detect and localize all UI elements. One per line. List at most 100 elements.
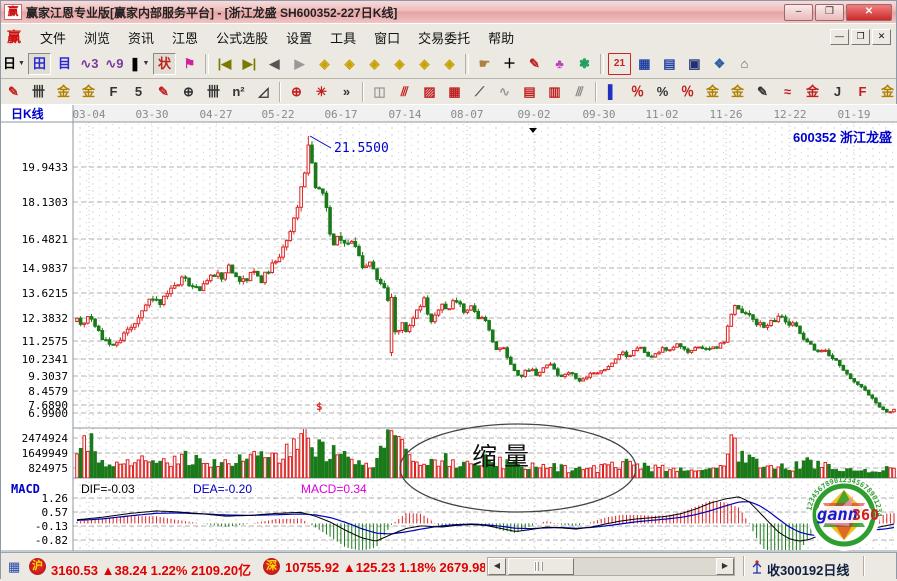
fibonacci-comb-icon[interactable]: F (102, 81, 125, 103)
trend-line-icon[interactable]: ⟋ (468, 81, 491, 103)
pan-hand-icon[interactable]: ☛ (473, 53, 496, 75)
volume-flag-icon[interactable]: ⚑ (178, 53, 201, 75)
gann-brush-icon[interactable]: ✎ (2, 81, 25, 103)
menu-item-formula-stockpick[interactable]: 公式选股 (207, 26, 277, 49)
red-grid-icon[interactable]: ▤ (518, 81, 541, 103)
starburst-icon[interactable]: ✳ (310, 81, 333, 103)
f-angle-icon[interactable]: F (851, 81, 874, 103)
price-bars-icon[interactable]: ▌ (601, 81, 624, 103)
prev-page-icon[interactable]: ◀ (263, 53, 286, 75)
mark-pen-icon[interactable]: ✎ (523, 53, 546, 75)
spiral-comb-icon[interactable]: 5 (127, 81, 150, 103)
candle-style-dropdown-icon[interactable]: ❚▼ (128, 53, 151, 75)
menu-item-news[interactable]: 资讯 (119, 26, 163, 49)
menu-item-settings[interactable]: 设置 (277, 26, 321, 49)
gold-angle-icon[interactable]: 金 (801, 81, 824, 103)
calculator-icon[interactable]: ▦ (633, 53, 656, 75)
mdi-restore-button[interactable]: ❐ (851, 29, 870, 45)
compress-all-icon[interactable]: ◈ (438, 53, 461, 75)
target-circle-icon[interactable]: ⊕ (285, 81, 308, 103)
app-logo-icon: 赢 (4, 4, 22, 20)
svg-text:09-30: 09-30 (582, 108, 615, 121)
plain-comb-icon[interactable]: 卌 (202, 81, 225, 103)
first-page-icon[interactable]: |◀ (213, 53, 236, 75)
chart-canvas[interactable]: 03-0403-3004-2705-2206-1707-1408-0709-02… (1, 104, 897, 552)
toolbar-separator (600, 54, 604, 74)
calendar-21-icon[interactable]: 21 (608, 53, 631, 75)
crosshair-icon[interactable]: ＋ (498, 53, 521, 75)
expand-h-icon[interactable]: ◈ (363, 53, 386, 75)
quote-table-icon[interactable]: ▦ (8, 559, 25, 574)
menu-item-help[interactable]: 帮助 (479, 26, 523, 49)
web-data-icon[interactable]: ❖ (708, 53, 731, 75)
notes-icon[interactable]: ▤ (658, 53, 681, 75)
info-list-icon[interactable]: 目 (53, 53, 76, 75)
next-page-icon[interactable]: ▶ (288, 53, 311, 75)
brush-2-icon[interactable]: ✎ (152, 81, 175, 103)
gold-comb-2-icon[interactable]: 金 (77, 81, 100, 103)
scroll-left-arrow[interactable]: ◀ (488, 558, 506, 575)
minimize-button[interactable]: – (784, 4, 813, 21)
gold-comb-1-icon[interactable]: 金 (52, 81, 75, 103)
structure-tree-icon[interactable]: ♣ (548, 53, 571, 75)
menu-item-window[interactable]: 窗口 (365, 26, 409, 49)
menu-item-gann[interactable]: 江恩 (163, 26, 207, 49)
expand-all-icon[interactable]: ◈ (413, 53, 436, 75)
next-stock-label[interactable]: 收300192日线 (767, 560, 849, 579)
toolbar-separator (205, 54, 209, 74)
shrink-volume-label: 缩量 (472, 443, 536, 471)
mdi-close-button[interactable]: ✕ (872, 29, 891, 45)
toolbar-drawing-tools: ✎卌金金F5✎⊕卌n²◿⊕✳»◫⫻▨▦⟋∿▤▥⫻▌％%％金金✎≈金JF金神赢四 (1, 79, 896, 105)
overflow-chevron-icon[interactable]: » (335, 81, 358, 103)
scroll-right-arrow[interactable]: ▶ (716, 558, 734, 575)
gold-circle-icon[interactable]: 金 (701, 81, 724, 103)
percent-line-icon[interactable]: ％ (626, 81, 649, 103)
gold-fan-icon[interactable]: 金 (876, 81, 897, 103)
period-day-dropdown-icon[interactable]: 日▼ (2, 53, 26, 75)
compress-h-icon[interactable]: ◈ (388, 53, 411, 75)
menu-item-browse[interactable]: 浏览 (75, 26, 119, 49)
percent-retrace-icon[interactable]: ％ (676, 81, 699, 103)
save-icon[interactable]: ▣ (683, 53, 706, 75)
toolbar-separator (595, 82, 597, 102)
fan-box-icon[interactable]: ▨ (418, 81, 441, 103)
angle-tool-icon[interactable]: ◿ (252, 81, 275, 103)
menu-item-file[interactable]: 文件 (31, 26, 75, 49)
wave-tool-icon[interactable]: ∿ (493, 81, 516, 103)
menu-item-trade[interactable]: 交易委托 (409, 26, 479, 49)
n-square-icon[interactable]: n² (227, 81, 250, 103)
minichart-9-icon[interactable]: ∿9 (103, 53, 126, 75)
chart-region: 03-0403-3004-2705-2206-1707-1408-0709-02… (1, 104, 897, 552)
grid-box-icon[interactable]: ▦ (443, 81, 466, 103)
menu-items: 文件浏览资讯江恩公式选股设置工具窗口交易委托帮助 (31, 26, 523, 49)
svg-text:09-02: 09-02 (517, 108, 550, 121)
remote-pc-icon[interactable]: ⌂ (733, 53, 756, 75)
mdi-minimize-button[interactable]: — (830, 29, 849, 45)
gann-fan-icon[interactable]: ⫻ (393, 81, 416, 103)
menu-item-tools[interactable]: 工具 (321, 26, 365, 49)
maximize-button[interactable]: ❐ (815, 4, 844, 21)
shift-left-icon[interactable]: ◈ (313, 53, 336, 75)
brain-analysis-icon[interactable]: ❃ (573, 53, 596, 75)
hatch-lines-icon[interactable]: ⫻ (568, 81, 591, 103)
frame-tool-icon[interactable]: ◫ (368, 81, 391, 103)
shift-right-icon[interactable]: ◈ (338, 53, 361, 75)
red-grid-2-icon[interactable]: ▥ (543, 81, 566, 103)
percent-icon[interactable]: % (651, 81, 674, 103)
scroll-thumb[interactable] (508, 558, 574, 575)
svg-text:01-19: 01-19 (837, 108, 870, 121)
time-cycle-icon[interactable]: ⊕ (177, 81, 200, 103)
wave-abc-icon[interactable]: ≈ (776, 81, 799, 103)
pen-angle-icon[interactable]: ✎ (751, 81, 774, 103)
close-button[interactable]: ✕ (846, 4, 892, 21)
last-page-icon[interactable]: ▶| (238, 53, 261, 75)
gold-line-icon[interactable]: 金 (726, 81, 749, 103)
svg-text:13.6215: 13.6215 (22, 287, 68, 300)
minichart-3-icon[interactable]: ∿3 (78, 53, 101, 75)
zhuang-indicator-icon[interactable]: 状 (153, 53, 176, 75)
horizontal-scrollbar[interactable]: ◀ ▶ (487, 557, 735, 576)
window-layout-icon[interactable]: 田 (28, 53, 51, 75)
j-angle-icon[interactable]: J (826, 81, 849, 103)
gann-comb-icon[interactable]: 卌 (27, 81, 50, 103)
svg-text:0.57: 0.57 (42, 506, 69, 519)
